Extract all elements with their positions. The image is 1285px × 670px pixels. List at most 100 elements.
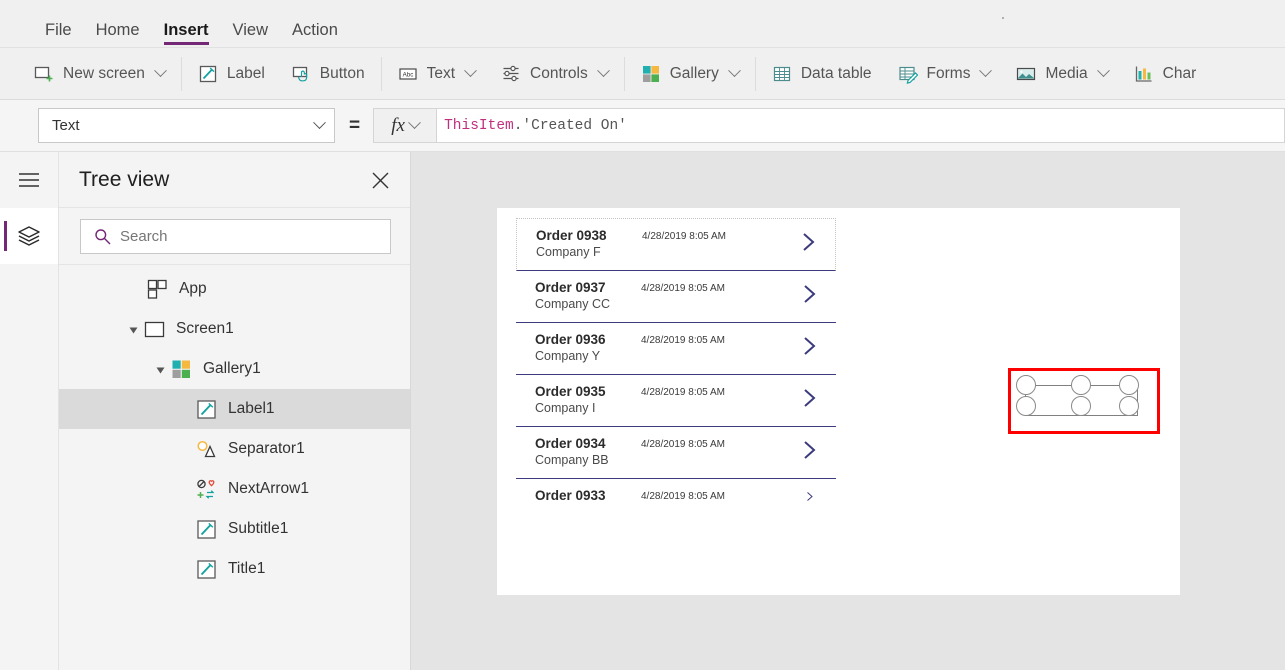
resize-handle-bottom-center[interactable]	[1071, 396, 1091, 416]
ribbon-media-button[interactable]: Media	[1003, 57, 1120, 91]
close-icon	[372, 172, 388, 188]
resize-handle-bottom-right[interactable]	[1119, 396, 1139, 416]
gallery-row-subtitle: Company Y	[535, 348, 601, 363]
gallery-row-texts: Order 0933	[535, 488, 635, 505]
ribbon-new-screen-button[interactable]: New screen	[21, 57, 178, 91]
ribbon-data-table-button[interactable]: Data table	[759, 57, 885, 91]
ribbon-text-button[interactable]: Abc Text	[385, 57, 488, 91]
ribbon-divider	[623, 56, 625, 91]
close-tree-view-button[interactable]	[364, 164, 396, 196]
forms-icon	[898, 66, 918, 84]
gallery-row[interactable]: Order 0937 Company CC 4/28/2019 8:05 AM	[516, 271, 836, 323]
ribbon-charts-label: Char	[1162, 64, 1197, 82]
gallery-row-subtitle: Company CC	[535, 296, 611, 311]
chevron-down-icon	[727, 64, 741, 78]
media-image-icon	[1017, 67, 1036, 80]
gallery-row[interactable]: Order 0934 Company BB 4/28/2019 8:05 AM	[516, 427, 836, 479]
ribbon-divider	[380, 56, 382, 91]
formula-input[interactable]: ThisItem .'Created On'	[436, 108, 1285, 143]
button-icon	[292, 66, 307, 81]
gallery-row[interactable]: Order 0936 Company Y 4/28/2019 8:05 AM	[516, 323, 836, 375]
chevron-down-icon	[313, 116, 326, 130]
chevron-down-icon	[979, 64, 993, 78]
insert-ribbon-toolbar: New screen Label Button Abc Text Control…	[0, 48, 1285, 100]
label-pencil-icon	[197, 519, 216, 539]
tree-search-area: Search	[59, 208, 410, 265]
label-pencil-icon	[197, 399, 216, 419]
gallery-grid-icon	[642, 65, 659, 82]
gallery-row-subtitle: Company BB	[535, 452, 609, 467]
resize-handle-top-left[interactable]	[1016, 375, 1036, 395]
separator-shapes-icon	[197, 440, 216, 457]
next-arrow-chevron-icon[interactable]	[799, 387, 821, 409]
ribbon-button-button[interactable]: Button	[278, 57, 378, 91]
gallery-row-date: 4/28/2019 8:05 AM	[641, 491, 725, 502]
gallery-row-date: 4/28/2019 8:05 AM	[641, 283, 725, 294]
hamburger-menu-icon	[19, 173, 39, 187]
gallery-row-texts: Order 0938 Company F	[536, 228, 636, 261]
gallery-row-texts: Order 0936 Company Y	[535, 332, 635, 365]
gallery-row[interactable]: Order 0933 4/28/2019 8:05 AM	[516, 479, 836, 531]
formula-token-thisitem: ThisItem	[444, 117, 514, 134]
next-arrow-chevron-icon[interactable]	[799, 335, 821, 357]
menu-item-insert[interactable]: Insert	[152, 21, 221, 48]
property-formula-bar: Text = fx ThisItem .'Created On'	[0, 100, 1285, 152]
twisty-expanded-icon[interactable]	[155, 363, 168, 376]
ribbon-label-label: Label	[226, 64, 265, 82]
ribbon-gallery-button[interactable]: Gallery	[628, 57, 752, 91]
app-icon	[147, 279, 167, 299]
tree-view-header: Tree view	[59, 152, 410, 208]
gallery-row[interactable]: Order 0935 Company I 4/28/2019 8:05 AM	[516, 375, 836, 427]
twisty-expanded-icon[interactable]	[128, 323, 141, 336]
gallery-row[interactable]: Order 0938 Company F 4/28/2019 8:05 AM	[516, 218, 836, 271]
resize-handle-top-right[interactable]	[1119, 375, 1139, 395]
gallery-control[interactable]: Order 0938 Company F 4/28/2019 8:05 AM O…	[516, 218, 836, 548]
ribbon-text-label: Text	[426, 64, 456, 82]
svg-text:Abc: Abc	[402, 71, 413, 78]
menu-item-action[interactable]: Action	[280, 21, 350, 48]
tree-item-nextarrow1[interactable]: NextArrow1	[59, 469, 410, 509]
next-arrow-chevron-icon[interactable]	[799, 439, 821, 461]
ribbon-controls-button[interactable]: Controls	[488, 57, 621, 91]
gallery-row-title: Order 0938	[536, 228, 607, 243]
menu-item-file[interactable]: File	[33, 21, 84, 48]
menu-item-view[interactable]: View	[221, 21, 280, 48]
search-input[interactable]: Search	[80, 218, 391, 254]
tree-item-subtitle1[interactable]: Subtitle1	[59, 509, 410, 549]
tree-item-gallery1[interactable]: Gallery1	[59, 349, 410, 389]
gallery-row-title: Order 0937	[535, 280, 606, 295]
next-arrow-chevron-icon[interactable]	[799, 491, 821, 502]
data-table-icon	[773, 66, 790, 81]
resize-handle-bottom-left[interactable]	[1016, 396, 1036, 416]
gallery-row-subtitle: Company I	[535, 400, 596, 415]
next-arrow-chevron-icon[interactable]	[798, 231, 820, 253]
hamburger-menu-button[interactable]	[0, 152, 58, 208]
tree-item-label: Label1	[228, 400, 275, 417]
tree-view-title: Tree view	[79, 167, 170, 191]
tree-item-app[interactable]: App	[59, 269, 410, 309]
main-menu-bar: File Home Insert View Action	[0, 0, 1285, 48]
ribbon-forms-button[interactable]: Forms	[885, 57, 1004, 91]
property-dropdown[interactable]: Text	[38, 108, 335, 143]
gallery-row-title: Order 0934	[535, 436, 606, 451]
tree-view-layers-icon	[18, 226, 40, 246]
menu-item-home[interactable]: Home	[84, 21, 152, 48]
gallery-row-title: Order 0936	[535, 332, 606, 347]
tree-item-separator1[interactable]: Separator1	[59, 429, 410, 469]
search-icon	[95, 228, 111, 244]
fx-dropdown-button[interactable]: fx	[373, 108, 437, 143]
resize-handle-top-center[interactable]	[1071, 375, 1091, 395]
search-placeholder: Search	[120, 227, 168, 245]
tree-view-rail-button[interactable]	[0, 208, 58, 264]
tree-item-screen1[interactable]: Screen1	[59, 309, 410, 349]
tree-item-title1[interactable]: Title1	[59, 549, 410, 589]
gallery-row-subtitle: Company F	[536, 244, 601, 259]
next-arrow-icons-icon	[197, 479, 215, 499]
tree-item-label1[interactable]: Label1	[59, 389, 410, 429]
gallery-row-date: 4/28/2019 8:05 AM	[641, 439, 725, 450]
ribbon-charts-button[interactable]: Char	[1121, 57, 1210, 91]
ribbon-gallery-label: Gallery	[669, 64, 719, 82]
tree-item-label: NextArrow1	[228, 480, 309, 497]
ribbon-label-button[interactable]: Label	[185, 57, 278, 91]
next-arrow-chevron-icon[interactable]	[799, 283, 821, 305]
